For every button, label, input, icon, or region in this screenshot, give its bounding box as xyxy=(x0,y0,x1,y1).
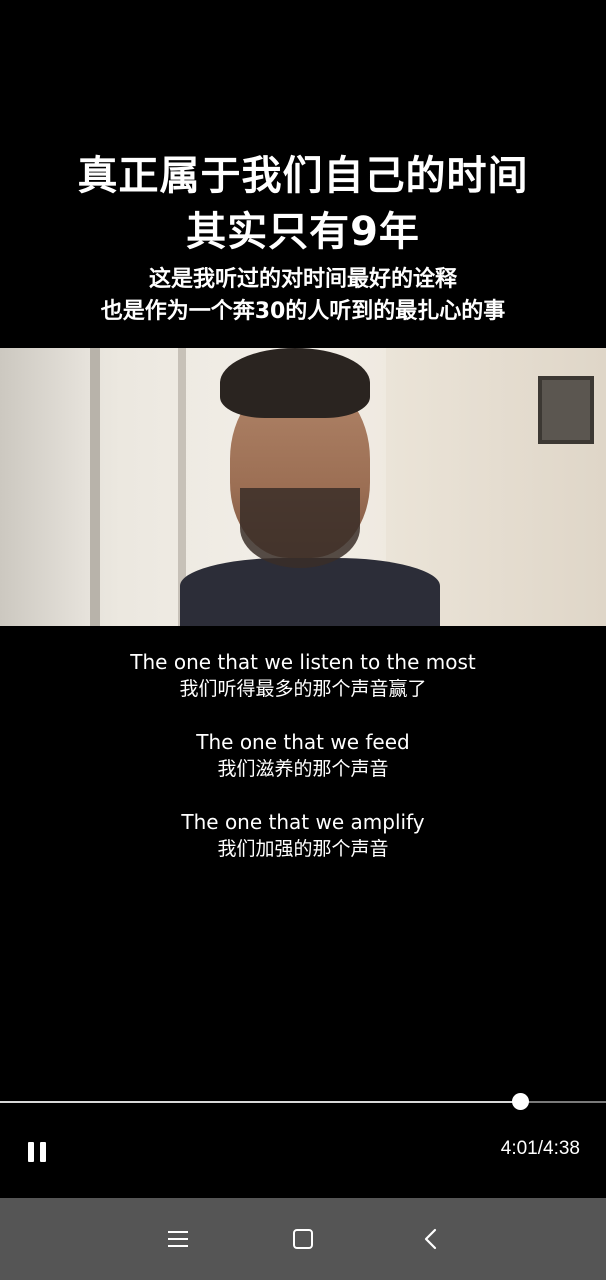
pause-button[interactable] xyxy=(24,1136,54,1166)
wall-picture xyxy=(538,376,594,444)
video-frame xyxy=(0,348,606,626)
system-nav-bar xyxy=(0,1198,606,1280)
title-line-1: 真正属于我们自己的时间 xyxy=(77,153,529,199)
caption-english: The one that we amplify xyxy=(181,810,425,834)
home-icon xyxy=(293,1229,313,1249)
caption-pair: The one that we listen to the most 我们听得最… xyxy=(0,648,606,702)
title-line-2: 其实只有9年 xyxy=(186,209,420,255)
caption-pair: The one that we amplify 我们加强的那个声音 xyxy=(0,808,606,862)
progress-bar[interactable] xyxy=(0,1093,606,1110)
menu-button[interactable] xyxy=(164,1224,194,1254)
speaker-hair xyxy=(220,348,370,418)
captions: The one that we listen to the most 我们听得最… xyxy=(0,648,606,888)
overlay-title: 真正属于我们自己的时间 其实只有9年 xyxy=(0,148,606,260)
progress-fill xyxy=(0,1101,520,1103)
window-frame xyxy=(90,348,100,626)
caption-chinese: 我们滋养的那个声音 xyxy=(217,758,389,780)
time-display: 4:01/4:38 xyxy=(500,1138,580,1159)
home-button[interactable] xyxy=(288,1224,318,1254)
wall xyxy=(0,348,90,626)
overlay-subtitle: 这是我听过的对时间最好的诠释 也是作为一个奔30的人听到的最扎心的事 xyxy=(0,264,606,328)
speaker xyxy=(180,348,440,626)
caption-pair: The one that we feed 我们滋养的那个声音 xyxy=(0,728,606,782)
back-icon xyxy=(424,1228,437,1250)
progress-knob[interactable] xyxy=(512,1093,529,1110)
speaker-shirt xyxy=(180,558,440,626)
caption-english: The one that we listen to the most xyxy=(130,650,476,674)
subtitle-line-2: 也是作为一个奔30的人听到的最扎心的事 xyxy=(100,299,506,324)
caption-english: The one that we feed xyxy=(196,730,410,754)
caption-chinese: 我们加强的那个声音 xyxy=(217,838,389,860)
caption-chinese: 我们听得最多的那个声音赢了 xyxy=(179,678,427,700)
speaker-beard xyxy=(240,488,360,568)
subtitle-line-1: 这是我听过的对时间最好的诠释 xyxy=(148,267,457,292)
video-player[interactable]: 真正属于我们自己的时间 其实只有9年 这是我听过的对时间最好的诠释 也是作为一个… xyxy=(0,0,606,1198)
back-button[interactable] xyxy=(416,1224,446,1254)
